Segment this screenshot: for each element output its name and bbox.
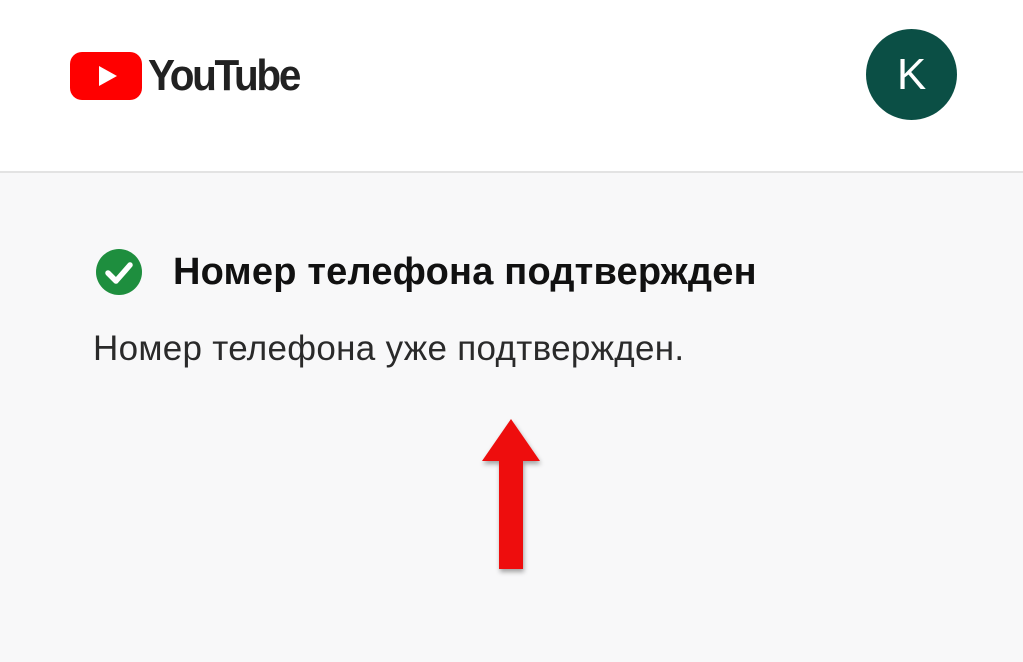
youtube-logo[interactable]: YouTube — [70, 52, 312, 100]
youtube-wordmark: YouTube — [148, 51, 301, 100]
check-circle-icon — [96, 249, 142, 295]
youtube-play-icon — [70, 52, 142, 100]
notice-title-row: Номер телефона подтвержден — [95, 246, 757, 298]
verification-notice: Номер телефона подтвержден — [95, 246, 757, 298]
red-up-arrow-icon — [482, 419, 540, 569]
top-app-bar: YouTube K — [0, 0, 1023, 173]
notice-message: Номер телефона уже подтвержден. — [93, 329, 685, 368]
account-avatar[interactable]: K — [866, 29, 957, 120]
notice-title: Номер телефона подтвержден — [173, 251, 757, 293]
